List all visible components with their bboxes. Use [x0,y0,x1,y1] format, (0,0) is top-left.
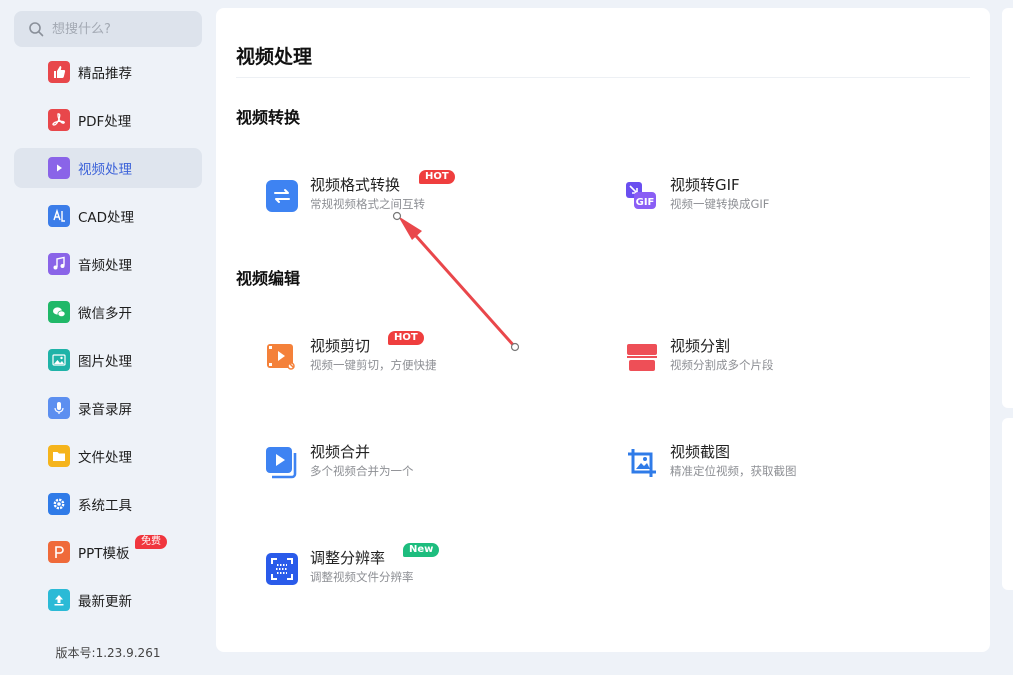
page-title: 视频处理 [236,46,313,68]
sidebar-item-featured[interactable]: 精品推荐 [14,52,202,92]
new-badge: New [403,543,440,557]
sidebar-nav: 精品推荐 PDF处理 视频处理 CAD处理 音频处理 微信多开 图片处理 录音录… [14,52,202,628]
tool-desc: 常规视频格式之间互转 [310,197,425,211]
upload-icon [48,589,70,611]
sidebar-item-label: 文件处理 [78,450,132,466]
sidebar-item-cad[interactable]: CAD处理 [14,196,202,236]
play-icon [48,157,70,179]
wechat-icon [48,301,70,323]
image-icon [48,349,70,371]
pdf-icon [48,109,70,131]
tool-desc: 视频一键剪切，方便快捷 [310,358,437,372]
side-panel-edge [1002,418,1013,590]
tool-video-screenshot[interactable]: 视频截图 精准定位视频，获取截图 [626,441,866,485]
version-label: 版本号:1.23.9.261 [55,646,161,660]
tool-name: 视频转GIF [670,176,740,194]
sidebar-item-label: PDF处理 [78,114,132,130]
convert-arrows-icon [266,180,298,212]
gear-icon [48,493,70,515]
tool-name: 视频剪切 [310,337,371,355]
sidebar-item-latest[interactable]: 最新更新 [14,580,202,620]
search-box[interactable] [14,11,202,47]
tool-desc: 调整视频文件分辨率 [310,570,414,584]
tool-video-cut[interactable]: 视频剪切 HOT 视频一键剪切，方便快捷 [266,331,506,379]
tool-desc: 多个视频合并为一个 [310,464,414,478]
folder-icon [48,445,70,467]
tool-video-format-convert[interactable]: 视频格式转换 HOT 常规视频格式之间互转 [266,170,506,218]
tool-adjust-resolution[interactable]: 调整分辨率 New 调整视频文件分辨率 [266,543,506,591]
cad-icon [48,205,70,227]
music-icon [48,253,70,275]
sidebar-item-label: 图片处理 [78,354,132,370]
sidebar-item-label: 录音录屏 [78,402,132,418]
svg-text:GIF: GIF [636,197,655,208]
tool-video-to-gif[interactable]: GIF 视频转GIF 视频一键转换成GIF [626,174,866,218]
video-split-icon [626,341,658,373]
gif-icon: GIF [626,180,658,212]
sidebar: 精品推荐 PDF处理 视频处理 CAD处理 音频处理 [0,0,216,675]
sidebar-item-label: 视频处理 [78,162,132,178]
search-input[interactable] [52,21,182,37]
section-title-convert: 视频转换 [236,108,301,127]
tool-name: 视频格式转换 [310,176,401,194]
sidebar-item-system-tools[interactable]: 系统工具 [14,484,202,524]
sidebar-item-label: 音频处理 [78,258,132,274]
sidebar-item-label: 系统工具 [78,498,132,514]
sidebar-item-image[interactable]: 图片处理 [14,340,202,380]
video-cut-icon [266,341,298,373]
tool-desc: 视频一键转换成GIF [670,197,770,211]
tool-name: 视频分割 [670,337,731,355]
crop-image-icon [626,447,658,479]
section-title-edit: 视频编辑 [236,269,301,288]
tool-video-merge[interactable]: 视频合并 多个视频合并为一个 [266,441,506,485]
sidebar-item-video[interactable]: 视频处理 [14,148,202,188]
tool-desc: 视频分割成多个片段 [670,358,774,372]
sidebar-item-audio[interactable]: 音频处理 [14,244,202,284]
tool-video-split[interactable]: 视频分割 视频分割成多个片段 [626,335,866,379]
free-badge: 免费 [135,535,167,549]
microphone-icon [48,397,70,419]
tool-name: 视频合并 [310,443,371,461]
sidebar-item-recording[interactable]: 录音录屏 [14,388,202,428]
video-merge-icon [266,447,298,479]
sidebar-item-wechat[interactable]: 微信多开 [14,292,202,332]
hot-badge: HOT [419,170,455,184]
sidebar-item-label: 精品推荐 [78,66,132,82]
ppt-icon [48,541,70,563]
side-panel-edge [1002,8,1013,408]
sidebar-item-label: CAD处理 [78,210,135,226]
sidebar-item-label: 微信多开 [78,306,132,322]
sidebar-item-label: 最新更新 [78,594,132,610]
search-icon [29,22,44,37]
tool-name: 视频截图 [670,443,731,461]
sidebar-item-pdf[interactable]: PDF处理 [14,100,202,140]
title-divider [236,77,970,78]
sidebar-item-label: PPT模板 [78,546,130,562]
tool-desc: 精准定位视频，获取截图 [670,464,797,478]
tool-name: 调整分辨率 [310,549,386,567]
hot-badge: HOT [388,331,424,345]
sidebar-item-files[interactable]: 文件处理 [14,436,202,476]
thumbs-up-icon [48,61,70,83]
sidebar-item-ppt[interactable]: PPT模板 免费 [14,532,202,572]
resolution-icon [266,553,298,585]
main-panel: 视频处理 视频转换 视频格式转换 HOT 常规视频格式之间互转 GIF 视频转G… [216,8,990,652]
